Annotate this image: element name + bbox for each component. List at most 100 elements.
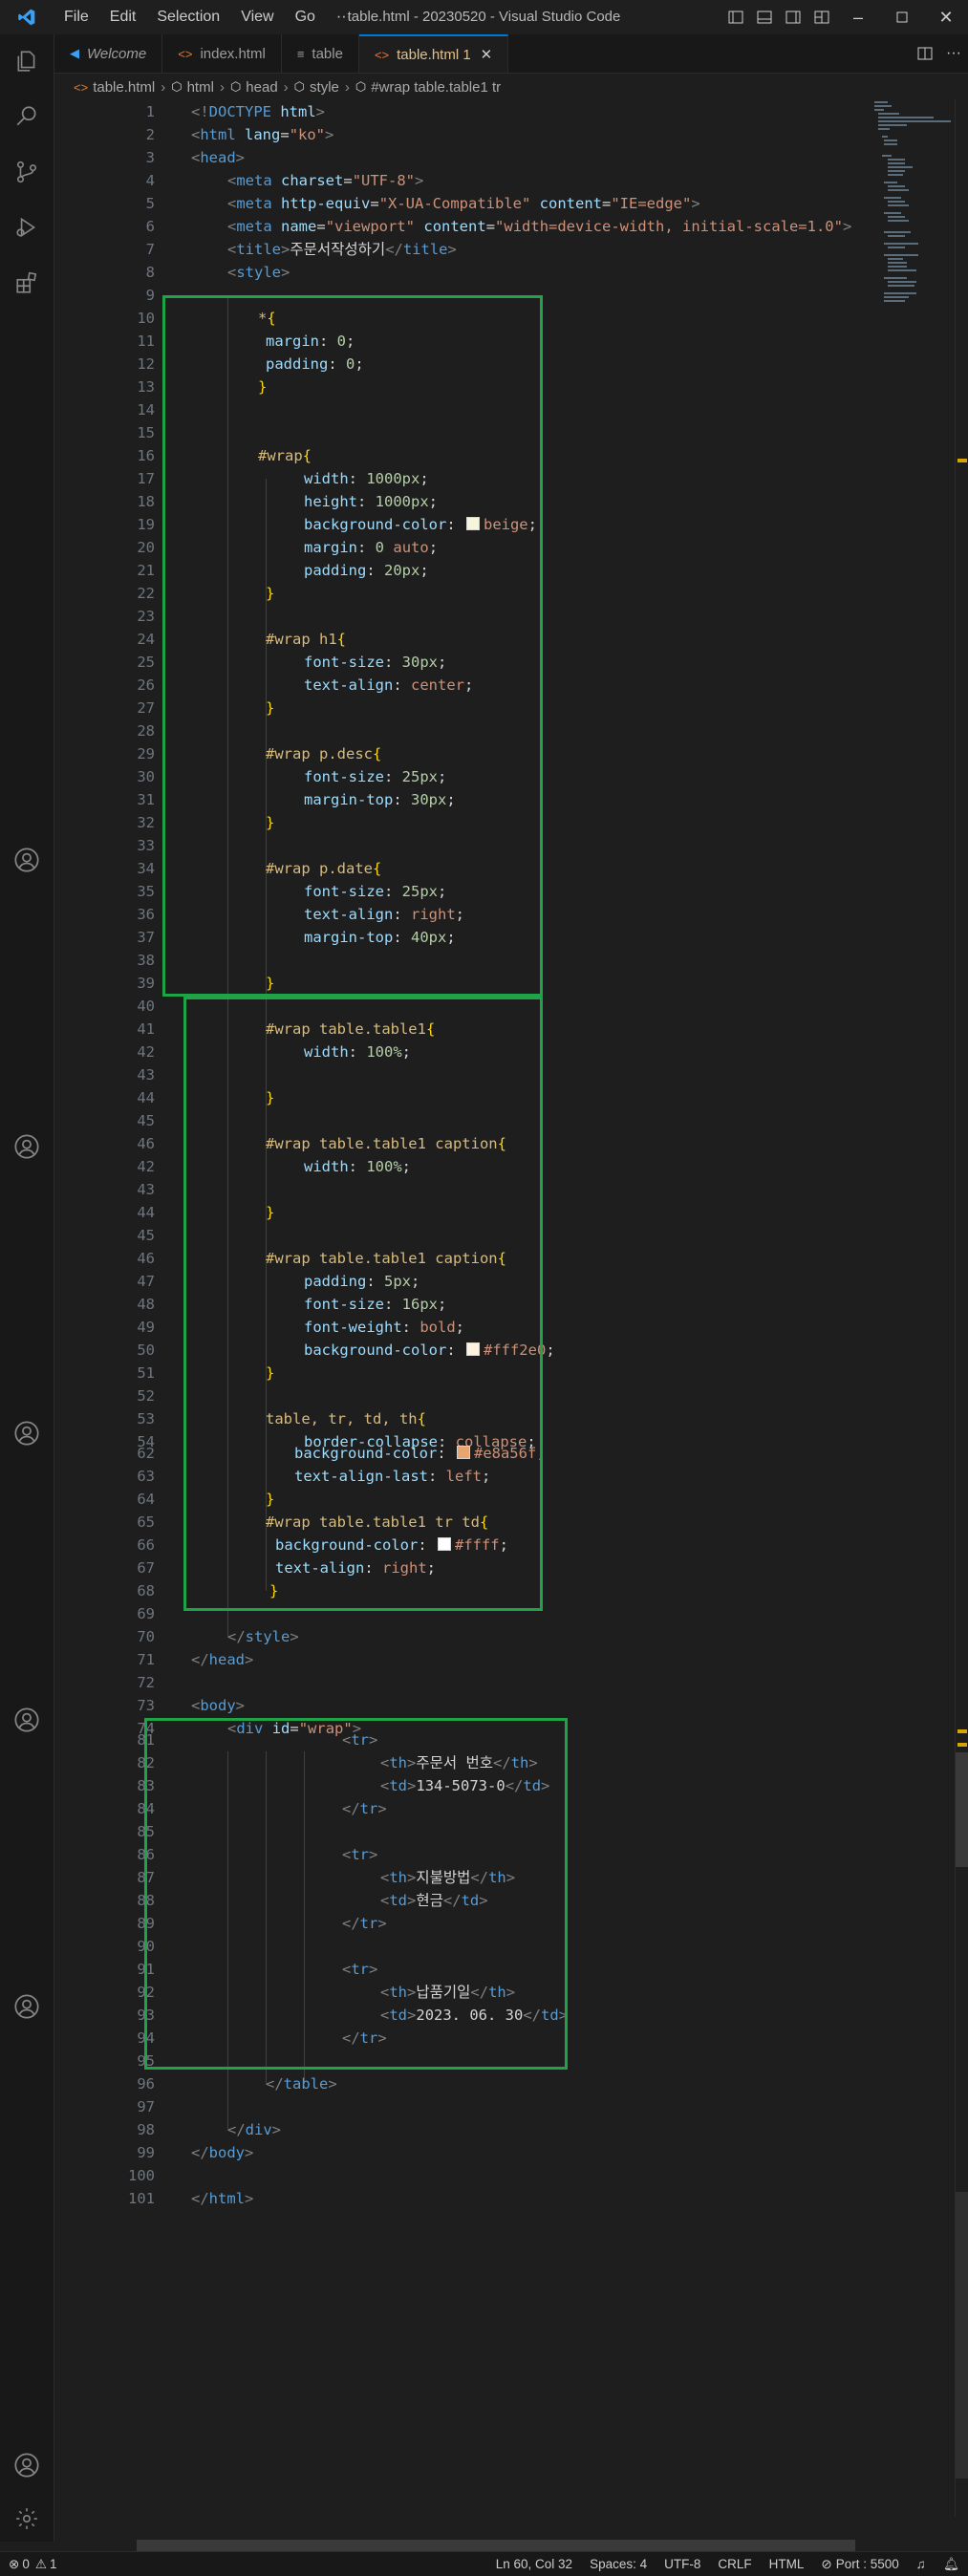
menu-go[interactable]: Go — [285, 9, 326, 26]
code-line[interactable]: <meta http-equiv="X-UA-Compatible" conte… — [227, 192, 700, 215]
search-icon[interactable] — [0, 94, 54, 140]
vertical-scrollbar[interactable] — [955, 99, 968, 2517]
line-number-label: 10 — [137, 310, 155, 327]
code-line[interactable]: <meta charset="UTF-8"> — [227, 169, 423, 192]
vscode-icon: ◀ — [70, 46, 79, 60]
tab-index-html[interactable]: <> index.html — [162, 34, 282, 73]
code-line[interactable]: </html> — [191, 2187, 253, 2210]
split-editor-icon[interactable] — [911, 36, 939, 71]
settings-gear-icon[interactable] — [0, 2496, 54, 2542]
code-token: </ — [227, 2121, 246, 2138]
line-number-label: 46 — [137, 1135, 155, 1152]
breadcrumb-item[interactable]: #wrap table.table1 tr — [371, 79, 501, 96]
toggle-panel-icon[interactable] — [750, 0, 779, 34]
code-line[interactable]: <!DOCTYPE html> — [191, 100, 325, 123]
more-actions-icon[interactable]: ··· — [939, 36, 968, 71]
toggle-secondary-sidebar-icon[interactable] — [779, 0, 807, 34]
code-line[interactable]: </style> — [227, 1625, 299, 1648]
live-server-port[interactable]: ⊘ Port : 5500 — [812, 2557, 907, 2572]
line-number: 33 — [54, 834, 155, 857]
indentation[interactable]: Spaces: 4 — [581, 2557, 656, 2571]
menu-selection[interactable]: Selection — [146, 9, 230, 26]
line-number: 88 — [54, 1889, 155, 1912]
code-line[interactable]: <body> — [191, 1694, 245, 1717]
tab-welcome[interactable]: ◀ Welcome — [54, 34, 163, 73]
scroll-thumb[interactable] — [956, 1752, 968, 1867]
code-line[interactable]: <meta name="viewport" content="width=dev… — [227, 215, 851, 238]
language-mode[interactable]: HTML — [761, 2557, 813, 2571]
horizontal-scrollbar[interactable] — [137, 2540, 855, 2551]
line-number-label: 99 — [137, 2144, 155, 2161]
code-line[interactable]: <style> — [227, 261, 290, 284]
toggle-primary-sidebar-icon[interactable] — [721, 0, 750, 34]
account-icon[interactable] — [0, 1124, 54, 1170]
account-icon[interactable] — [0, 1410, 54, 1456]
end-of-line[interactable]: CRLF — [709, 2557, 760, 2571]
line-number: 71 — [54, 1648, 155, 1671]
encoding[interactable]: UTF-8 — [656, 2557, 709, 2571]
code-token: "UTF-8" — [352, 172, 416, 189]
tab-table[interactable]: ≡ table — [281, 34, 359, 73]
feedback-icon[interactable]: ♫ — [908, 2557, 935, 2571]
code-line[interactable]: <title>주문서작성하기</title> — [227, 238, 457, 261]
line-number-label: 15 — [137, 424, 155, 441]
line-number: 90 — [54, 1935, 155, 1958]
notifications-bell-icon[interactable]: 🔔︎ — [935, 2557, 968, 2572]
code-token: > — [328, 2075, 337, 2093]
problems-indicator[interactable]: ⊗ 0 ⚠ 1 — [0, 2557, 65, 2572]
tab-label: index.html — [200, 45, 266, 62]
line-number-label: 6 — [145, 218, 155, 235]
line-number-label: 29 — [137, 745, 155, 762]
menu-view[interactable]: View — [230, 9, 284, 26]
minimize-icon[interactable]: – — [836, 0, 880, 34]
line-number-label: 89 — [137, 1915, 155, 1932]
minimap[interactable] — [872, 99, 955, 2517]
code-line[interactable]: </div> — [227, 2118, 281, 2141]
line-number-label: 37 — [137, 929, 155, 946]
line-number-label: 31 — [137, 791, 155, 808]
tab-table-html[interactable]: <> table.html 1 ✕ — [358, 34, 509, 73]
line-number: 98 — [54, 2118, 155, 2141]
line-number: 85 — [54, 1820, 155, 1843]
breadcrumb-item[interactable]: html — [187, 79, 214, 96]
menu-more[interactable]: ··· — [326, 9, 362, 26]
account-icon[interactable] — [0, 837, 54, 883]
run-debug-icon[interactable] — [0, 204, 54, 250]
close-icon[interactable]: ✕ — [481, 46, 493, 63]
scroll-thumb[interactable] — [956, 2192, 968, 2479]
menu-file[interactable]: File — [54, 9, 99, 26]
code-token: > — [691, 195, 700, 212]
line-number: 19 — [54, 513, 155, 536]
cursor-position[interactable]: Ln 60, Col 32 — [487, 2557, 581, 2571]
extensions-icon[interactable] — [0, 260, 54, 306]
line-number: 38 — [54, 949, 155, 972]
code-line[interactable]: <html lang="ko"> — [191, 123, 333, 146]
line-number-label: 88 — [137, 1892, 155, 1909]
customize-layout-icon[interactable] — [807, 0, 836, 34]
code-editor[interactable]: 1 2 3 4 5 6 7 8 9 10 11 12 13 14 15 16 17 18 19 20 21 22 23 24 2… — [54, 99, 872, 2517]
account-icon[interactable] — [0, 2442, 54, 2488]
breadcrumb-item[interactable]: head — [246, 79, 277, 96]
code-token: < — [191, 126, 201, 143]
restore-icon[interactable] — [880, 0, 924, 34]
line-number-label: 47 — [137, 1273, 155, 1290]
code-token: > — [271, 2121, 282, 2138]
code-token: < — [227, 195, 237, 212]
close-window-icon[interactable]: ✕ — [924, 0, 968, 34]
breadcrumb-item[interactable]: table.html — [93, 79, 155, 96]
code-line[interactable]: </head> — [191, 1648, 253, 1671]
line-number: 13 — [54, 376, 155, 398]
account-icon[interactable] — [0, 1697, 54, 1743]
account-icon[interactable] — [0, 1984, 54, 2029]
menu-edit[interactable]: Edit — [99, 9, 147, 26]
code-line[interactable]: </body> — [191, 2141, 253, 2164]
line-number-label: 98 — [137, 2121, 155, 2138]
code-token: title — [236, 241, 282, 258]
code-line[interactable]: <head> — [191, 146, 245, 169]
code-line[interactable]: </table> — [266, 2072, 337, 2095]
line-number: 17 — [54, 467, 155, 490]
source-control-icon[interactable] — [0, 149, 54, 195]
code-token: > — [235, 149, 246, 166]
explorer-icon[interactable] — [0, 38, 54, 84]
breadcrumb-item[interactable]: style — [310, 79, 339, 96]
